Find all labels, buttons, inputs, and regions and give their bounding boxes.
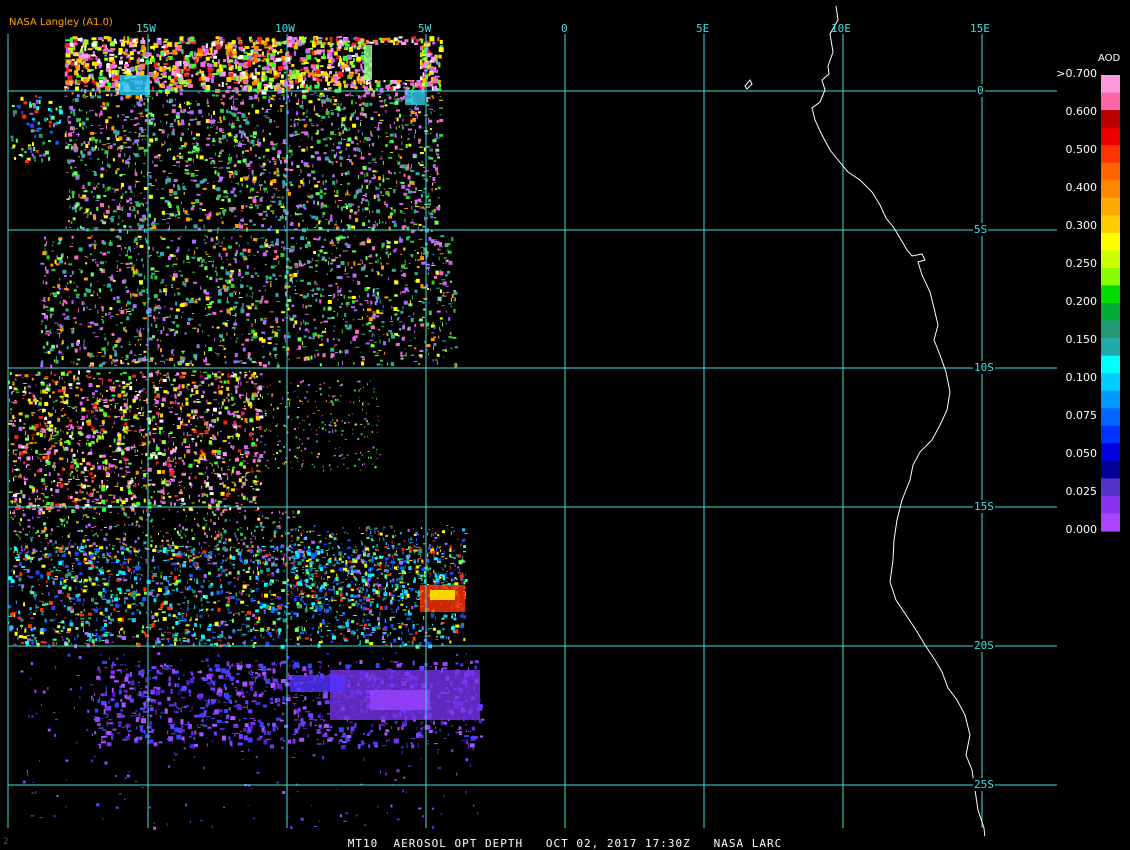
longitude-label: 10W [275, 22, 295, 35]
legend-tick-label: 0.050 [1065, 447, 1098, 460]
latitude-label: 5S [973, 223, 989, 236]
legend-tick-label: 0.000 [1065, 523, 1098, 536]
legend-swatch [1101, 460, 1120, 479]
legend-swatch [1101, 390, 1120, 409]
legend-tick-label: 0.400 [1065, 181, 1098, 194]
legend-swatch [1101, 373, 1120, 392]
legend-swatch [1101, 443, 1120, 462]
legend-title: AOD [1098, 53, 1121, 64]
legend-swatch [1101, 127, 1120, 146]
legend-swatch [1101, 162, 1120, 181]
legend-swatch [1101, 303, 1120, 322]
legend-swatch [1101, 145, 1120, 164]
longitude-label: 0 [561, 22, 568, 35]
longitude-label: 5E [696, 22, 710, 35]
legend-swatch [1101, 338, 1120, 357]
longitude-label: 15E [970, 22, 990, 35]
legend-swatch [1101, 92, 1120, 111]
legend-swatch [1101, 495, 1120, 515]
credit-label: NASA Langley (A1.0) [9, 17, 113, 28]
africa-coastline [811, 5, 987, 850]
latitude-label: 0 [976, 84, 985, 97]
legend-swatch [1101, 425, 1120, 444]
legend-swatch [1101, 110, 1120, 129]
legend-tick-label: 0.075 [1065, 409, 1098, 422]
legend-tick-label: 0.600 [1065, 105, 1098, 118]
legend-swatch [1101, 232, 1120, 251]
legend-swatch [1101, 75, 1120, 94]
aerosol-data-layer [8, 36, 485, 830]
legend-swatch [1101, 250, 1120, 269]
island-icon [744, 79, 753, 90]
longitude-label: 10E [831, 22, 851, 35]
longitude-label: 5W [418, 22, 432, 35]
legend-swatch [1101, 355, 1120, 374]
latitude-label: 15S [973, 500, 995, 513]
footer-title: MT10 AEROSOL OPT DEPTH OCT 02, 2017 17:3… [347, 837, 783, 850]
legend-swatch [1101, 408, 1120, 427]
legend-tick-label: 0.200 [1065, 295, 1098, 308]
footer-bar: 2 MT10 AEROSOL OPT DEPTH OCT 02, 2017 17… [0, 836, 1130, 850]
aerosol-map [7, 5, 1120, 850]
legend-tick-label: 0.025 [1065, 485, 1098, 498]
legend-tick-label: >0.700 [1056, 67, 1097, 80]
latitude-label: 10S [973, 361, 995, 374]
latitude-label: 20S [973, 639, 995, 652]
aod-color-scale [1101, 75, 1120, 532]
legend-tick-label: 0.300 [1065, 219, 1098, 232]
legend-swatch [1101, 513, 1120, 532]
longitude-label: 15W [136, 22, 156, 35]
legend-tick-label: 0.500 [1065, 143, 1098, 156]
legend-swatch [1101, 320, 1120, 339]
legend-tick-label: 0.250 [1065, 257, 1098, 270]
legend-swatch [1101, 478, 1120, 497]
legend-swatch [1101, 267, 1120, 287]
legend-tick-label: 0.150 [1065, 333, 1098, 346]
legend-tick-label: 0.100 [1065, 371, 1098, 384]
legend-swatch [1101, 215, 1120, 234]
legend-swatch [1101, 180, 1120, 199]
latitude-label: 25S [973, 778, 995, 791]
legend-swatch [1101, 285, 1120, 304]
legend-swatch [1101, 197, 1120, 216]
